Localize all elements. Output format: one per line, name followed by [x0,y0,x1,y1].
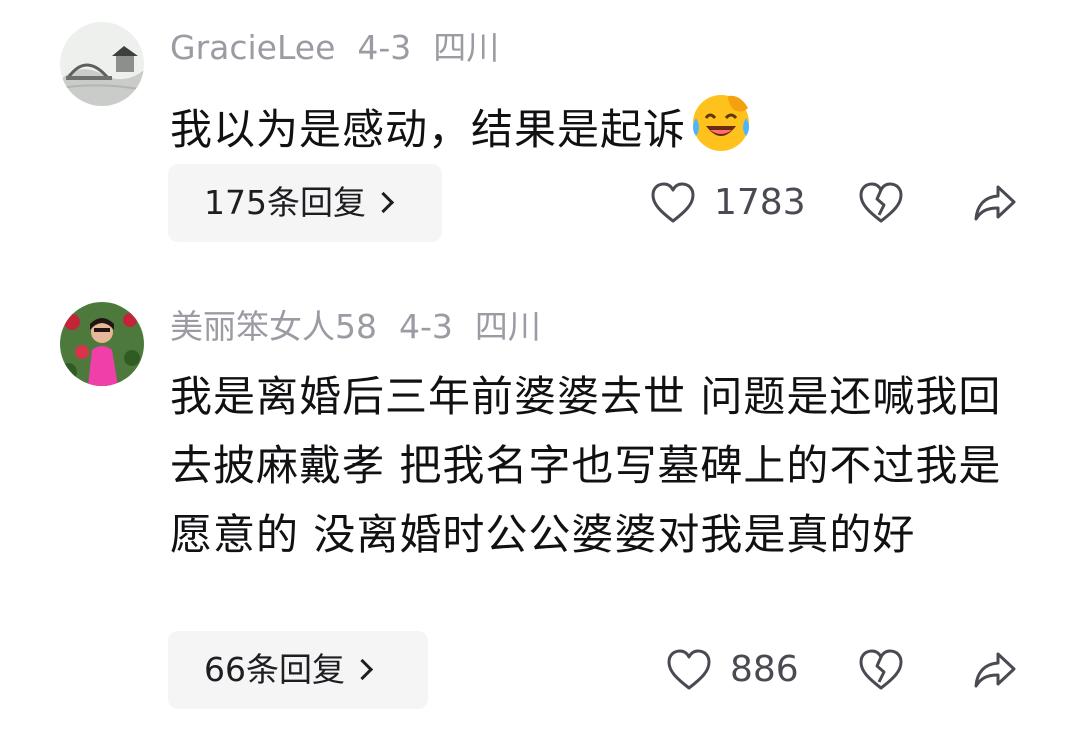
view-replies-button[interactable]: 66条回复 [168,631,428,709]
like-count: 886 [730,649,799,690]
comment-meta: GracieLee 4-3 四川 [170,28,521,68]
chevron-right-icon [372,191,395,214]
username[interactable]: GracieLee [170,28,335,67]
comment-meta: 美丽笨女人58 4-3 四川 [170,307,563,347]
laughing-crying-emoji-icon [688,88,754,154]
comment-text: 我是离婚后三年前婆婆去世 问题是还喊我回去披麻戴孝 把我名字也写墓碑上的不过我是… [170,362,1010,569]
replies-count-label: 66条回复 [204,650,345,689]
comment-date: 4-3 [357,28,412,67]
replies-count-label: 175条回复 [204,183,366,222]
comment-location: 四川 [474,307,541,346]
comment-date: 4-3 [399,307,453,346]
broken-heart-icon[interactable] [858,648,904,692]
like-count: 1783 [714,182,806,223]
share-arrow-icon[interactable] [972,648,1018,692]
comment-body: 我以为是感动，结果是起诉 [170,105,687,154]
broken-heart-icon[interactable] [858,181,904,225]
comment-actions: 1783 [650,164,1030,242]
comment-text: 我以为是感动，结果是起诉 [170,88,1010,160]
avatar[interactable] [60,302,144,386]
username[interactable]: 美丽笨女人58 [170,307,377,346]
view-replies-button[interactable]: 175条回复 [168,164,442,242]
chevron-right-icon [351,658,374,681]
comment-item: GracieLee 4-3 四川 我以为是感动，结果是起诉 175条回复 1783 [0,0,1080,260]
comment-body: 我是离婚后三年前婆婆去世 问题是还喊我回去披麻戴孝 把我名字也写墓碑上的不过我是… [170,372,1002,559]
comment-item: 美丽笨女人58 4-3 四川 我是离婚后三年前婆婆去世 问题是还喊我回去披麻戴孝 把… [0,285,1080,725]
heart-outline-icon[interactable] [650,181,696,225]
heart-outline-icon[interactable] [666,648,712,692]
avatar[interactable] [60,22,144,106]
comment-location: 四川 [433,28,500,67]
comment-actions: 886 [650,631,1030,709]
share-arrow-icon[interactable] [972,181,1018,225]
